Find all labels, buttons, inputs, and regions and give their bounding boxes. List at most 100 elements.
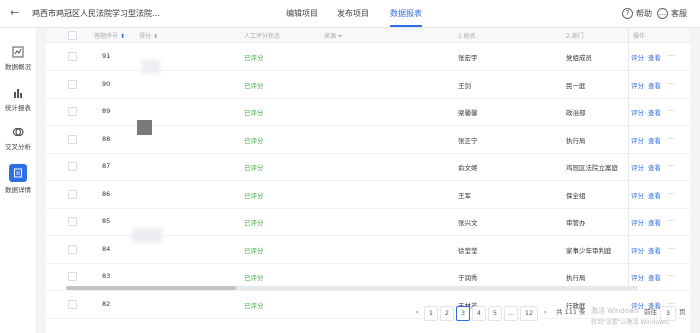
table-row: 90 已评分 王剑 民一庭 评分 查看 ··· [46, 71, 690, 99]
more-actions-icon[interactable]: ··· [668, 272, 674, 280]
page-button-current[interactable]: 3 [456, 306, 470, 321]
view-action-link[interactable]: 查看 [648, 52, 661, 62]
more-actions-icon[interactable]: ··· [668, 162, 674, 170]
watermark-line2: 转到"设置"以激活 Windows。 [591, 319, 674, 326]
sidebar-item-data-detail[interactable]: 数据详情 [0, 164, 36, 194]
row-name: 于润秀 [458, 274, 478, 282]
score-action-link[interactable]: 评分 [631, 190, 644, 200]
row-dept: 政治部 [566, 109, 586, 117]
arrow-left-icon[interactable]: ← [10, 6, 19, 19]
row-name: 张正宁 [458, 136, 478, 145]
column-header-id[interactable]: 答题序号 ⬍ [94, 31, 125, 40]
row-checkbox[interactable] [68, 217, 77, 226]
row-checkbox[interactable] [68, 107, 77, 116]
sidebar-item-cross-analysis[interactable]: 交叉分析 [0, 126, 36, 151]
help-icon: ? [622, 8, 633, 19]
page-ellipsis[interactable]: ... [504, 306, 518, 321]
table-row: 86 已评分 王军 保全组 评分 查看 ··· [46, 181, 690, 209]
score-action-link[interactable]: 评分 [631, 272, 644, 282]
more-actions-icon[interactable]: ··· [668, 52, 674, 60]
status-badge: 已评分 [244, 54, 264, 62]
actions-column-divider [628, 28, 629, 290]
customer-service-button[interactable]: … 客服 [657, 8, 687, 19]
sidebar-item-statistics[interactable]: 统计报表 [0, 87, 36, 112]
more-actions-icon[interactable]: ··· [668, 190, 674, 198]
more-actions-icon[interactable]: ··· [668, 135, 674, 143]
status-badge: 已评分 [244, 81, 264, 90]
row-checkbox[interactable] [68, 189, 77, 199]
row-dept: 执行局 [566, 136, 586, 145]
more-actions-icon[interactable]: ··· [668, 245, 674, 253]
row-dept: 保全组 [566, 191, 586, 200]
next-page-button[interactable]: › [540, 306, 550, 319]
row-name: 徐莹莹 [458, 246, 478, 255]
page-button[interactable]: 12 [520, 306, 538, 321]
row-name: 王剑 [458, 81, 471, 90]
help-button[interactable]: ? 帮助 [622, 8, 652, 19]
row-id: 90 [102, 79, 111, 88]
status-badge: 已评分 [244, 274, 264, 282]
horizontal-scrollbar[interactable] [66, 286, 638, 290]
top-bar: ← 鸡西市鸡冠区人民法院学习型法院... 编辑项目 发布项目 数据报表 ? 帮助… [0, 0, 700, 28]
status-badge: 已评分 [244, 246, 264, 255]
more-actions-icon[interactable]: ··· [668, 217, 674, 225]
score-action-link[interactable]: 评分 [631, 52, 644, 62]
row-checkbox[interactable] [68, 52, 77, 61]
chat-icon: … [657, 8, 668, 19]
view-action-link[interactable]: 查看 [648, 162, 661, 172]
more-actions-icon[interactable]: ··· [668, 80, 674, 88]
column-header-name: 1.姓名 [458, 33, 476, 40]
sidebar-item-label: 统计报表 [5, 104, 31, 112]
page-button[interactable]: 2 [440, 306, 454, 321]
score-action-link[interactable]: 评分 [631, 135, 644, 145]
row-dept: 党组成员 [566, 54, 592, 62]
redacted-score [142, 60, 160, 74]
page-button[interactable]: 5 [488, 306, 502, 321]
row-dept: 执行局 [566, 274, 586, 282]
active-tab-indicator [390, 25, 422, 27]
view-action-link[interactable]: 查看 [648, 190, 661, 200]
status-badge: 已评分 [244, 109, 264, 117]
row-checkbox[interactable] [68, 134, 77, 144]
total-count: 共 111 条 [556, 308, 586, 316]
view-action-link[interactable]: 查看 [648, 217, 661, 227]
row-checkbox[interactable] [68, 244, 77, 254]
row-checkbox[interactable] [68, 162, 77, 171]
tab-data-report[interactable]: 数据报表 [390, 8, 422, 19]
row-id: 84 [102, 244, 111, 253]
column-header-score[interactable]: 得分 ⬍ [139, 31, 158, 40]
prev-page-button[interactable]: ‹ [412, 306, 422, 319]
row-name: 张兴文 [458, 219, 478, 227]
select-all-checkbox[interactable] [68, 31, 77, 40]
view-action-link[interactable]: 查看 [648, 107, 661, 117]
score-action-link[interactable]: 评分 [631, 217, 644, 227]
sidebar-item-label: 交叉分析 [5, 143, 31, 151]
scrollbar-thumb[interactable] [66, 286, 236, 290]
row-checkbox[interactable] [68, 272, 77, 281]
tab-publish-project[interactable]: 发布项目 [337, 8, 369, 19]
row-id: 85 [102, 217, 111, 225]
row-id: 83 [102, 272, 111, 280]
score-action-link[interactable]: 评分 [631, 107, 644, 117]
status-badge: 已评分 [244, 191, 264, 200]
page-button[interactable]: 1 [424, 306, 438, 321]
view-action-link[interactable]: 查看 [648, 272, 661, 282]
score-action-link[interactable]: 评分 [631, 162, 644, 172]
document-icon [9, 164, 27, 182]
score-action-link[interactable]: 评分 [631, 245, 644, 255]
more-actions-icon[interactable]: ··· [668, 107, 674, 115]
view-action-link[interactable]: 查看 [648, 135, 661, 145]
row-checkbox[interactable] [68, 79, 77, 89]
score-action-link[interactable]: 评分 [631, 80, 644, 90]
sidebar-item-overview[interactable]: 数据概况 [0, 46, 36, 71]
tab-edit-project[interactable]: 编辑项目 [286, 8, 318, 19]
view-action-link[interactable]: 查看 [648, 245, 661, 255]
status-badge: 已评分 [244, 219, 264, 227]
view-action-link[interactable]: 查看 [648, 80, 661, 90]
column-header-actions: 操作 [633, 33, 646, 40]
row-dept: 民一庭 [566, 81, 586, 90]
customer-service-label: 客服 [671, 9, 687, 18]
redacted-score [132, 228, 162, 243]
page-button[interactable]: 4 [472, 306, 486, 321]
column-header-source[interactable]: 来源 ⏷ [324, 31, 343, 41]
